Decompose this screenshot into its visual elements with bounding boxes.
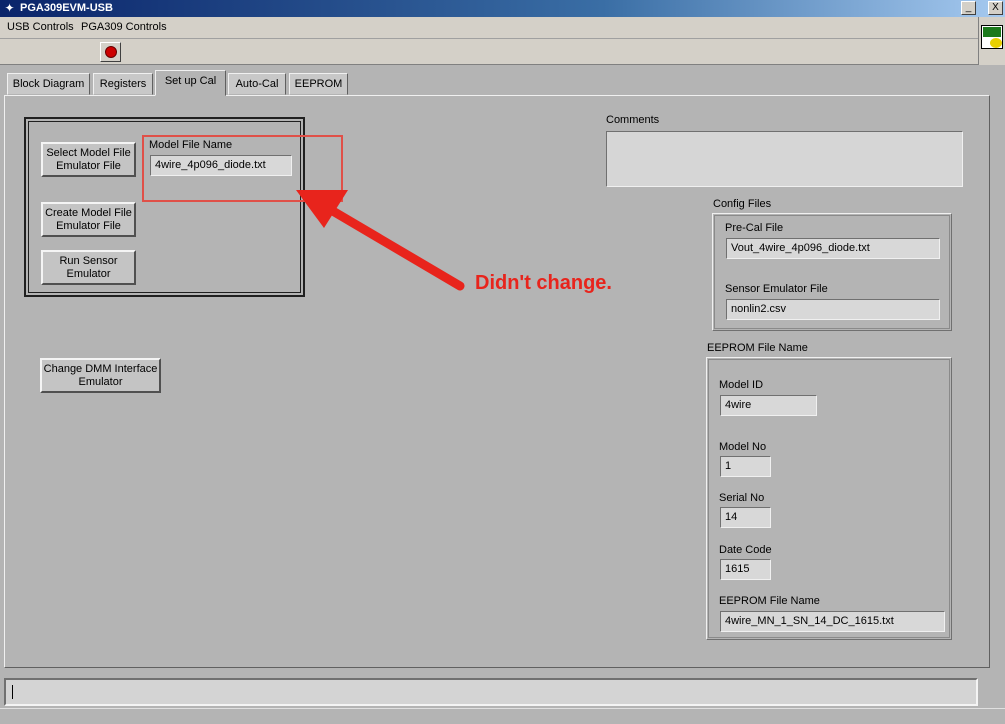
sensor-emulator-file-label: Sensor Emulator File: [725, 283, 828, 295]
annotation-text: Didn't change.: [475, 272, 612, 294]
eeprom-file-name-label: EEPROM File Name: [719, 595, 820, 607]
bottom-bar: [0, 708, 1005, 724]
menu-pga309-controls[interactable]: PGA309 Controls: [81, 21, 167, 33]
toolbar: [0, 39, 978, 65]
comments-label: Comments: [606, 114, 660, 126]
vi-icon: [978, 17, 1005, 65]
app-logo-icon: ✦: [4, 1, 15, 15]
eeprom-file-name-field[interactable]: 4wire_MN_1_SN_14_DC_1615.txt: [720, 611, 945, 632]
serial-no-field[interactable]: 14: [720, 507, 771, 528]
model-no-label: Model No: [719, 441, 767, 453]
eeprom-section-label: EEPROM File Name: [707, 342, 808, 354]
tab-registers[interactable]: Registers: [93, 73, 153, 95]
serial-no-label: Serial No: [719, 492, 765, 504]
text-cursor: [12, 685, 13, 699]
change-dmm-interface-button[interactable]: Change DMM Interface Emulator: [40, 358, 161, 393]
menu-bar: USB Controls PGA309 Controls: [0, 17, 978, 39]
close-button[interactable]: X: [988, 1, 1003, 15]
stop-button[interactable]: [100, 42, 121, 62]
tab-eeprom[interactable]: EEPROM: [289, 73, 348, 95]
annotation-arrow-icon: [296, 190, 465, 291]
pre-cal-file-field[interactable]: Vout_4wire_4p096_diode.txt: [726, 238, 940, 259]
tab-block-diagram[interactable]: Block Diagram: [7, 73, 90, 95]
tab-set-up-cal[interactable]: Set up Cal: [155, 70, 226, 96]
title-bar: ✦ PGA309EVM-USB _ X: [0, 0, 1005, 17]
window-title: PGA309EVM-USB: [20, 2, 113, 14]
create-model-file-button[interactable]: Create Model File Emulator File: [41, 202, 136, 237]
sensor-emulator-file-field[interactable]: nonlin2.csv: [726, 299, 940, 320]
stop-icon: [105, 46, 117, 58]
select-model-file-button[interactable]: Select Model File Emulator File: [41, 142, 136, 177]
comments-field[interactable]: [606, 131, 963, 187]
menu-usb-controls[interactable]: USB Controls: [7, 21, 74, 33]
status-field[interactable]: [4, 678, 978, 706]
model-no-field[interactable]: 1: [720, 456, 771, 477]
minimize-button[interactable]: _: [961, 1, 976, 15]
model-id-field[interactable]: 4wire: [720, 395, 817, 416]
date-code-field[interactable]: 1615: [720, 559, 771, 580]
pre-cal-file-label: Pre-Cal File: [725, 222, 784, 234]
model-id-label: Model ID: [719, 379, 764, 391]
config-files-label: Config Files: [713, 198, 772, 210]
date-code-label: Date Code: [719, 544, 772, 556]
run-sensor-emulator-button[interactable]: Run Sensor Emulator: [41, 250, 136, 285]
tab-auto-cal[interactable]: Auto-Cal: [228, 73, 286, 95]
